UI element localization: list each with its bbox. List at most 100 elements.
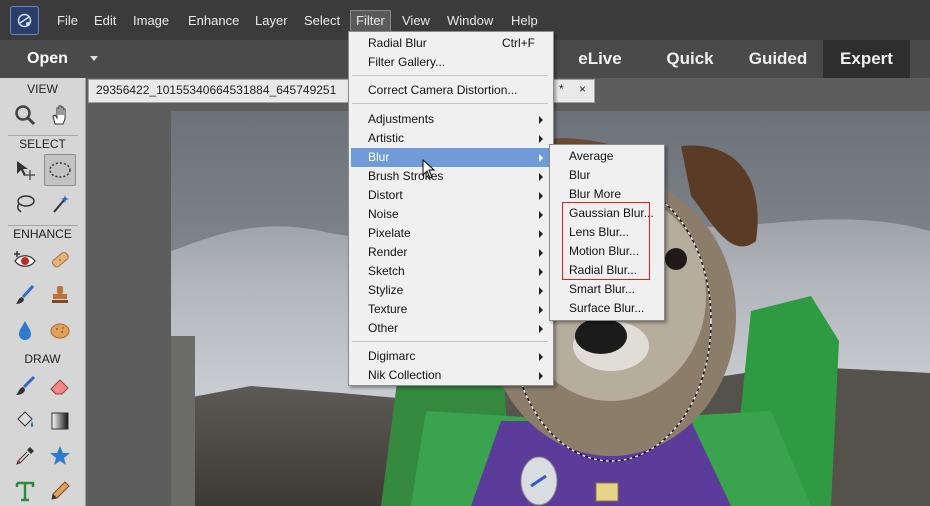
menu-item-label: Average bbox=[569, 149, 614, 163]
app-logo-icon bbox=[10, 6, 39, 35]
submenu-arrow-icon bbox=[539, 306, 543, 314]
menu-item-label: Distort bbox=[368, 188, 403, 202]
submenu-arrow-icon bbox=[539, 287, 543, 295]
filter-menu: Radial Blur Ctrl+F Filter Gallery... Cor… bbox=[348, 31, 554, 386]
filter-menu-item-adjustments[interactable]: Adjustments bbox=[349, 110, 553, 129]
menu-item-label: Correct Camera Distortion... bbox=[368, 83, 518, 97]
section-label-draw: DRAW bbox=[0, 351, 85, 367]
menu-item-label: Stylize bbox=[368, 283, 404, 297]
filter-menu-item-filter-gallery[interactable]: Filter Gallery... bbox=[349, 53, 553, 72]
submenu-arrow-icon bbox=[539, 135, 543, 143]
annotation-highlight-box bbox=[562, 202, 650, 280]
tab-elive[interactable]: eLive bbox=[558, 40, 642, 78]
healing-brush-tool-icon[interactable] bbox=[45, 245, 75, 275]
blur-tool-icon[interactable] bbox=[10, 315, 40, 345]
menu-separator bbox=[352, 341, 548, 342]
menu-item-label: Digimarc bbox=[368, 349, 416, 363]
filter-menu-item-other[interactable]: Other bbox=[349, 319, 553, 338]
hand-tool-icon[interactable] bbox=[45, 100, 75, 130]
filter-menu-item-noise[interactable]: Noise bbox=[349, 205, 553, 224]
section-label-enhance: ENHANCE bbox=[0, 226, 85, 242]
menu-select[interactable]: Select bbox=[304, 11, 340, 31]
menu-item-label: Render bbox=[368, 245, 408, 259]
gradient-tool-icon[interactable] bbox=[45, 406, 75, 436]
clone-stamp-tool-icon[interactable] bbox=[45, 280, 75, 310]
filter-menu-item-correct-camera-distortion[interactable]: Correct Camera Distortion... bbox=[349, 81, 553, 100]
eraser-tool-icon[interactable] bbox=[45, 371, 75, 401]
menu-file[interactable]: File bbox=[57, 11, 78, 31]
filter-menu-item-render[interactable]: Render bbox=[349, 243, 553, 262]
filter-menu-item-texture[interactable]: Texture bbox=[349, 300, 553, 319]
menu-image[interactable]: Image bbox=[133, 11, 169, 31]
menu-edit[interactable]: Edit bbox=[94, 11, 116, 31]
submenu-arrow-icon bbox=[539, 192, 543, 200]
modified-marker: * bbox=[559, 82, 564, 96]
filter-menu-item-stylize[interactable]: Stylize bbox=[349, 281, 553, 300]
submenu-arrow-icon bbox=[539, 211, 543, 219]
move-tool-icon[interactable] bbox=[10, 155, 40, 185]
submenu-arrow-icon bbox=[539, 116, 543, 124]
blur-submenu-item-blur[interactable]: Blur bbox=[550, 166, 664, 185]
blur-submenu-item-average[interactable]: Average bbox=[550, 147, 664, 166]
menu-item-label: Surface Blur... bbox=[569, 301, 645, 315]
menu-view[interactable]: View bbox=[402, 11, 430, 31]
menu-item-label: Other bbox=[368, 321, 399, 335]
menu-item-label: Blur bbox=[368, 150, 390, 164]
filter-menu-item-blur[interactable]: Blur bbox=[351, 148, 551, 167]
tab-quick[interactable]: Quick bbox=[648, 40, 732, 78]
toolbox: VIEW SELECT ENHANCE DRAW bbox=[0, 78, 86, 506]
tab-guided[interactable]: Guided bbox=[735, 40, 821, 78]
filter-menu-item-distort[interactable]: Distort bbox=[349, 186, 553, 205]
menu-item-label: Adjustments bbox=[368, 112, 435, 126]
filter-menu-item-digimarc[interactable]: Digimarc bbox=[349, 347, 553, 366]
document-tab-name: 29356422_10155340664531884_645749251 bbox=[96, 83, 337, 97]
sponge-tool-icon[interactable] bbox=[45, 315, 75, 345]
menu-item-label: Texture bbox=[368, 302, 408, 316]
blur-submenu-item-surface-blur[interactable]: Surface Blur... bbox=[550, 299, 664, 318]
filter-menu-item-pixelate[interactable]: Pixelate bbox=[349, 224, 553, 243]
zoom-tool-icon[interactable] bbox=[10, 100, 40, 130]
submenu-arrow-icon bbox=[539, 325, 543, 333]
menu-enhance[interactable]: Enhance bbox=[188, 11, 239, 31]
submenu-arrow-icon bbox=[539, 249, 543, 257]
close-icon[interactable]: × bbox=[579, 82, 586, 96]
menu-item-label: Noise bbox=[368, 207, 399, 221]
lasso-tool-icon[interactable] bbox=[10, 189, 40, 219]
submenu-arrow-icon bbox=[539, 268, 543, 276]
menu-layer[interactable]: Layer bbox=[255, 11, 288, 31]
open-button-label: Open bbox=[27, 50, 68, 67]
eyedropper-tool-icon[interactable] bbox=[10, 441, 40, 471]
menu-item-label: Sketch bbox=[368, 264, 405, 278]
type-tool-icon[interactable] bbox=[10, 476, 40, 506]
filter-menu-item-nik-collection[interactable]: Nik Collection bbox=[349, 366, 553, 385]
submenu-arrow-icon bbox=[539, 173, 543, 181]
menu-item-label: Pixelate bbox=[368, 226, 411, 240]
menu-separator bbox=[352, 103, 548, 104]
menu-filter[interactable]: Filter bbox=[350, 10, 391, 32]
tab-expert[interactable]: Expert bbox=[823, 40, 910, 78]
red-eye-tool-icon[interactable] bbox=[10, 245, 40, 275]
submenu-arrow-icon bbox=[539, 372, 543, 380]
paint-bucket-tool-icon[interactable] bbox=[10, 406, 40, 436]
pencil-tool-icon[interactable] bbox=[45, 476, 75, 506]
submenu-arrow-icon bbox=[539, 154, 543, 162]
filter-menu-item-artistic[interactable]: Artistic bbox=[349, 129, 553, 148]
blur-submenu-item-smart-blur[interactable]: Smart Blur... bbox=[550, 280, 664, 299]
menu-item-label: Blur bbox=[569, 168, 591, 182]
menu-window[interactable]: Window bbox=[447, 11, 493, 31]
menu-separator bbox=[352, 75, 548, 76]
chevron-down-icon[interactable] bbox=[90, 56, 98, 61]
submenu-arrow-icon bbox=[539, 353, 543, 361]
paint-brush-tool-icon[interactable] bbox=[10, 371, 40, 401]
menu-help[interactable]: Help bbox=[511, 11, 538, 31]
filter-menu-item-brush-strokes[interactable]: Brush Strokes bbox=[349, 167, 553, 186]
open-button[interactable]: Open bbox=[0, 40, 110, 78]
magic-wand-tool-icon[interactable] bbox=[45, 189, 75, 219]
elliptical-marquee-tool-icon[interactable] bbox=[44, 154, 76, 186]
brush-tool-icon[interactable] bbox=[10, 280, 40, 310]
filter-menu-item-sketch[interactable]: Sketch bbox=[349, 262, 553, 281]
custom-shape-tool-icon[interactable] bbox=[45, 441, 75, 471]
menu-item-shortcut: Ctrl+F bbox=[502, 36, 535, 50]
filter-menu-item-radial-blur-last[interactable]: Radial Blur Ctrl+F bbox=[349, 34, 553, 53]
submenu-arrow-icon bbox=[539, 230, 543, 238]
